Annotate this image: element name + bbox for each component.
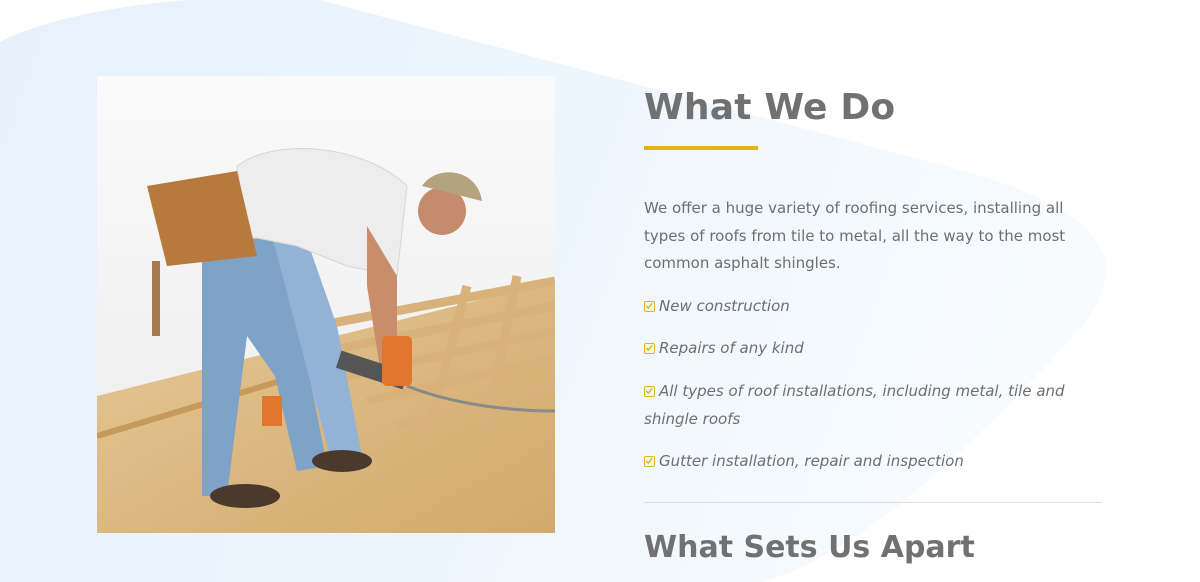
list-item-text: All types of roof installations, includi…: [644, 381, 1065, 428]
check-square-icon: [644, 343, 655, 354]
section-intro: We offer a huge variety of roofing servi…: [644, 199, 1066, 272]
check-square-icon: [644, 456, 655, 467]
list-item-text: New construction: [659, 296, 790, 315]
section-divider: [644, 502, 1102, 503]
list-item-text: Repairs of any kind: [659, 339, 804, 357]
list-item: All types of roof installations, includi…: [644, 377, 1074, 433]
roofer-photo: [97, 76, 555, 533]
list-item: Repairs of any kind: [644, 334, 1074, 362]
list-item: New construction: [644, 292, 1074, 320]
list-item: Gutter installation, repair and inspecti…: [644, 447, 1074, 475]
services-list: New construction Repairs of any kind All…: [644, 292, 1104, 476]
next-section-title: What Sets Us Apart: [644, 530, 975, 565]
check-square-icon: [644, 300, 655, 312]
list-item-text: Gutter installation, repair and inspecti…: [659, 452, 964, 470]
check-square-icon: [644, 385, 655, 397]
what-we-do-section: What We Do We offer a huge variety of ro…: [644, 86, 1104, 566]
section-title: What We Do: [644, 87, 896, 128]
title-underline: [644, 146, 758, 150]
